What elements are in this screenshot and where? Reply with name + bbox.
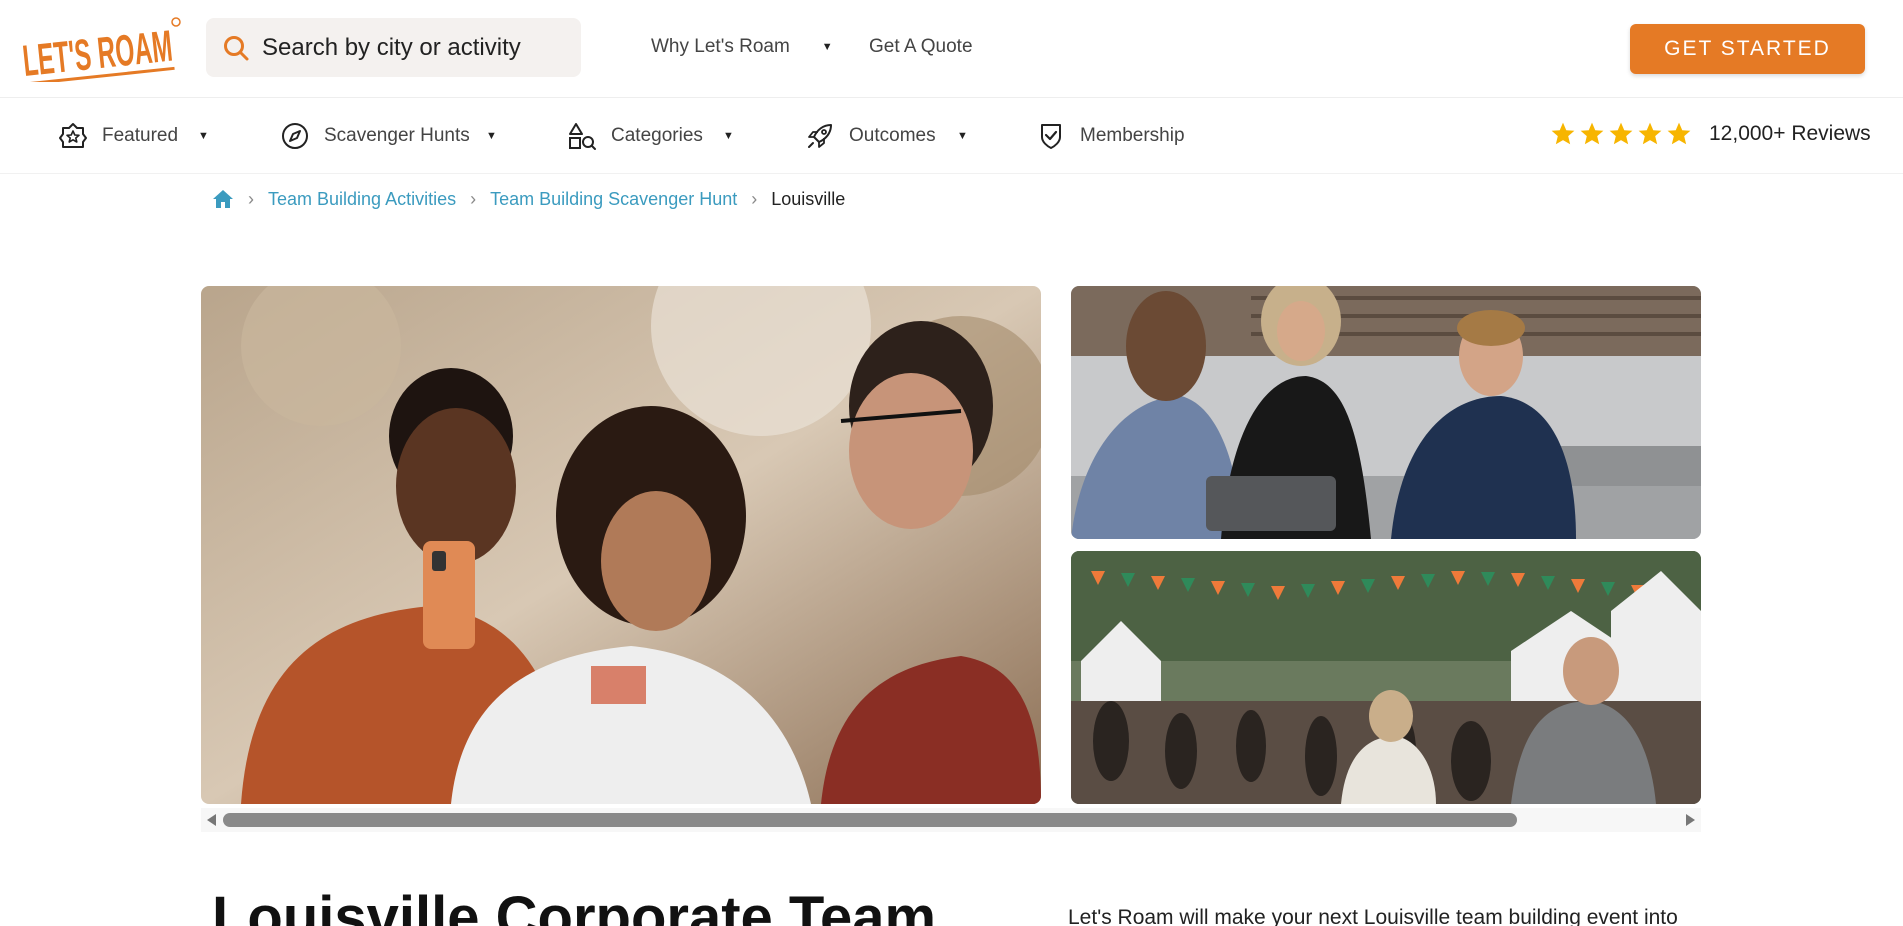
subnav-item-categories[interactable]: Categories ▼ xyxy=(567,119,734,153)
top-header: LET'S ROAM Search by city or activity Wh… xyxy=(0,0,1903,98)
category-nav: Featured ▼ Scavenger Hunts ▼ Categories … xyxy=(0,99,1903,174)
festival-crowd-photo xyxy=(1071,551,1701,804)
subnav-label: Featured xyxy=(102,125,179,146)
scroll-right-arrow-icon[interactable] xyxy=(1686,814,1695,826)
scroll-left-arrow-icon[interactable] xyxy=(207,814,216,826)
chevron-down-icon: ▼ xyxy=(486,130,497,142)
gallery-image-main[interactable] xyxy=(201,286,1041,804)
subnav-item-membership[interactable]: Membership xyxy=(1036,119,1185,153)
breadcrumb-separator: › xyxy=(751,188,758,209)
chevron-down-icon: ▼ xyxy=(821,41,833,53)
nav-why-lets-roam-label: Why Let's Roam xyxy=(651,36,790,57)
chevron-down-icon: ▼ xyxy=(723,130,734,142)
star-icon xyxy=(1638,122,1662,145)
subnav-label: Scavenger Hunts xyxy=(324,125,470,146)
chevron-down-icon: ▼ xyxy=(198,130,209,142)
star-icon xyxy=(1667,122,1691,145)
photo-gallery xyxy=(201,286,1701,832)
breadcrumb-link[interactable]: Team Building Scavenger Hunt xyxy=(490,189,737,210)
get-started-button[interactable]: GET STARTED xyxy=(1630,24,1865,74)
breadcrumb-link[interactable]: Team Building Activities xyxy=(268,189,456,210)
search-icon xyxy=(224,35,249,60)
badge-star-icon xyxy=(59,123,87,148)
star-icon xyxy=(1551,122,1575,145)
home-icon[interactable] xyxy=(212,188,234,210)
subnav-label: Outcomes xyxy=(849,125,936,146)
shield-check-icon xyxy=(1041,124,1061,149)
coworkers-chatting-photo xyxy=(1071,286,1701,539)
star-icon xyxy=(1609,122,1633,145)
lets-roam-logo[interactable]: LET'S ROAM xyxy=(18,14,183,82)
subnav-label: Membership xyxy=(1080,125,1185,146)
reviews-rating[interactable]: 12,000+ Reviews xyxy=(1550,121,1871,147)
compass-icon xyxy=(282,123,308,149)
breadcrumb: › Team Building Activities › Team Buildi… xyxy=(212,188,845,210)
scrollbar-thumb[interactable] xyxy=(223,813,1517,827)
svg-text:LET'S ROAM: LET'S ROAM xyxy=(20,22,174,82)
star-icon xyxy=(1580,122,1604,145)
nav-get-a-quote-label: Get A Quote xyxy=(869,36,973,57)
breadcrumb-current: Louisville xyxy=(771,188,846,209)
search-input[interactable]: Search by city or activity xyxy=(262,34,521,62)
reviews-count: 12,000+ Reviews xyxy=(1709,122,1871,145)
intro-text: Let's Roam will make your next Louisvill… xyxy=(1068,906,1678,926)
gallery-image-bottom[interactable] xyxy=(1071,551,1701,804)
subnav-item-featured[interactable]: Featured ▼ xyxy=(58,119,209,153)
gallery-image-top[interactable] xyxy=(1071,286,1701,539)
search-box[interactable]: Search by city or activity xyxy=(206,18,581,77)
page-title: Louisville Corporate Team xyxy=(212,885,937,926)
friends-selfie-photo xyxy=(201,286,1041,804)
chevron-down-icon: ▼ xyxy=(957,130,968,142)
nav-why-lets-roam[interactable]: Why Let's Roam ▼ xyxy=(651,36,833,58)
shapes-icon xyxy=(569,123,596,150)
subnav-item-outcomes[interactable]: Outcomes ▼ xyxy=(805,119,968,153)
breadcrumb-separator: › xyxy=(470,188,477,209)
subnav-label: Categories xyxy=(611,125,703,146)
breadcrumb-separator: › xyxy=(248,188,254,209)
rocket-icon xyxy=(808,124,832,148)
nav-get-a-quote[interactable]: Get A Quote xyxy=(869,36,973,58)
gallery-scrollbar[interactable] xyxy=(201,808,1701,832)
subnav-item-scavenger-hunts[interactable]: Scavenger Hunts ▼ xyxy=(280,119,497,153)
